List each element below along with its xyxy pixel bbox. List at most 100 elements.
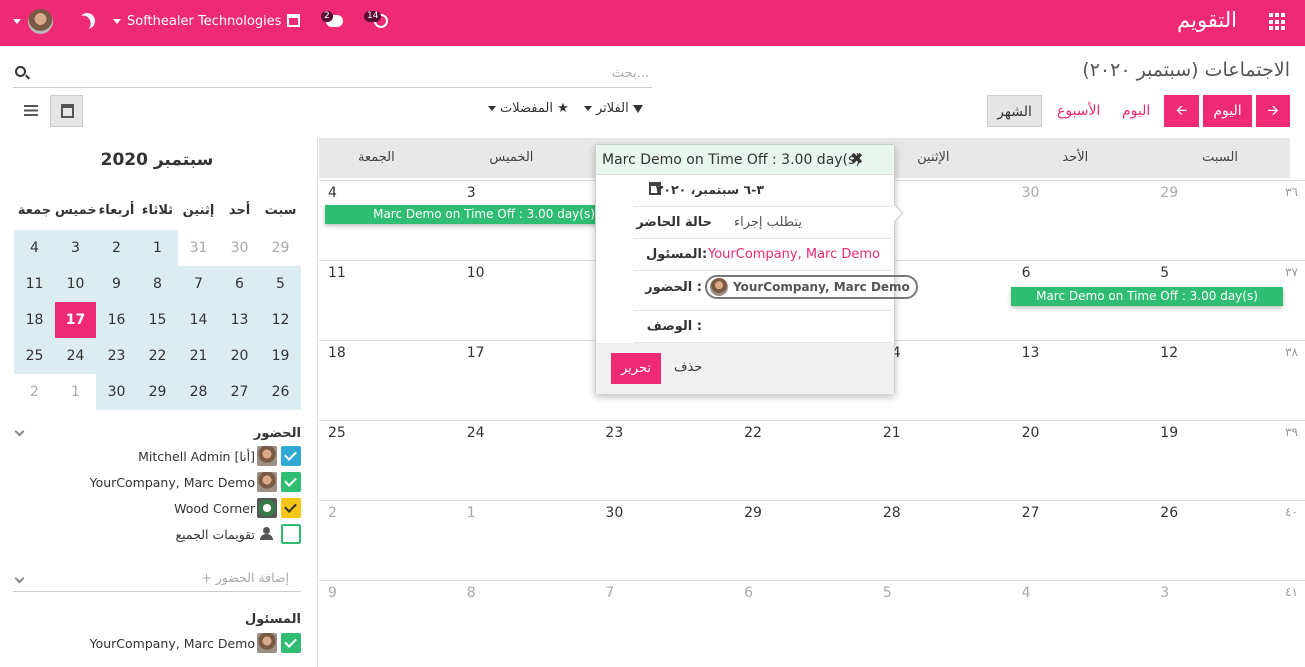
calendar-day-number[interactable]: 3 <box>467 185 476 201</box>
calendar-day-number[interactable]: 27 <box>1022 505 1040 521</box>
calendar-day-number[interactable]: 29 <box>744 505 762 521</box>
mini-calendar-day[interactable]: 30 <box>219 230 260 266</box>
filters-dropdown[interactable]: الفلاتر <box>584 101 643 116</box>
calendar-day-number[interactable]: 24 <box>467 425 485 441</box>
mini-calendar-day[interactable]: 22 <box>137 338 178 374</box>
filter-checkbox[interactable] <box>281 633 301 653</box>
mini-calendar-day[interactable]: 29 <box>137 374 178 410</box>
mini-calendar-day[interactable]: 3 <box>55 230 96 266</box>
gift-icon[interactable] <box>287 14 300 27</box>
app-title[interactable]: التقويم <box>1177 8 1237 32</box>
filter-item[interactable]: YourCompany, Marc Demo <box>13 633 301 655</box>
mini-calendar-day[interactable]: 17 <box>55 302 96 338</box>
favorites-dropdown[interactable]: المفضلات ★ <box>488 101 569 116</box>
mini-calendar-day[interactable]: 28 <box>178 374 219 410</box>
mini-calendar-day[interactable]: 13 <box>219 302 260 338</box>
calendar-day-number[interactable]: 2 <box>328 505 337 521</box>
filter-checkbox[interactable] <box>281 498 301 518</box>
calendar-day-number[interactable]: 19 <box>1160 425 1178 441</box>
mini-calendar-day[interactable]: 29 <box>260 230 301 266</box>
mini-calendar-day[interactable]: 2 <box>96 230 137 266</box>
search-input[interactable] <box>39 60 649 86</box>
calendar-day-number[interactable]: 6 <box>1022 265 1031 281</box>
popover-responsible-value[interactable]: YourCompany, Marc Demo <box>708 247 880 262</box>
add-attendee-field[interactable]: + إضافة الحضور <box>13 568 301 592</box>
calendar-day-number[interactable]: 13 <box>1022 345 1040 361</box>
mini-calendar-day[interactable]: 19 <box>260 338 301 374</box>
calendar-day-number[interactable]: 4 <box>1022 585 1031 601</box>
calendar-day-number[interactable]: 17 <box>467 345 485 361</box>
filter-item[interactable]: تقويمات الجميع <box>13 524 301 546</box>
calendar-day-number[interactable]: 18 <box>328 345 346 361</box>
mini-calendar-day[interactable]: 27 <box>219 374 260 410</box>
mini-calendar-day[interactable]: 31 <box>178 230 219 266</box>
today-button[interactable]: اليوم <box>1203 95 1252 127</box>
filter-checkbox[interactable] <box>281 524 301 544</box>
list-view-button[interactable] <box>13 95 49 127</box>
mini-calendar-day[interactable]: 25 <box>14 338 55 374</box>
mini-calendar-day[interactable]: 21 <box>178 338 219 374</box>
calendar-day-number[interactable]: 11 <box>328 265 346 281</box>
mini-calendar-day[interactable]: 7 <box>178 266 219 302</box>
calendar-day-number[interactable]: 5 <box>883 585 892 601</box>
filter-checkbox[interactable] <box>281 472 301 492</box>
mini-calendar-day[interactable]: 9 <box>96 266 137 302</box>
mini-calendar-day[interactable]: 26 <box>260 374 301 410</box>
calendar-day-number[interactable]: 26 <box>1160 505 1178 521</box>
filter-item[interactable]: Wood Corner <box>13 498 301 520</box>
close-icon[interactable]: ✖ <box>850 149 863 168</box>
calendar-day-number[interactable]: 12 <box>1160 345 1178 361</box>
calendar-day-number[interactable]: 25 <box>328 425 346 441</box>
mini-calendar-day[interactable]: 15 <box>137 302 178 338</box>
mini-calendar-day[interactable]: 10 <box>55 266 96 302</box>
calendar-day-number[interactable]: 9 <box>328 585 337 601</box>
attendees-collapse-icon[interactable] <box>14 426 25 437</box>
attendee-chip[interactable]: YourCompany, Marc Demo <box>705 275 918 299</box>
filter-checkbox[interactable] <box>281 446 301 466</box>
calendar-day-number[interactable]: 30 <box>1022 185 1040 201</box>
calendar-view-button[interactable] <box>50 95 83 127</box>
mini-calendar-day[interactable]: 14 <box>178 302 219 338</box>
mini-calendar-day[interactable]: 20 <box>219 338 260 374</box>
event-time-off[interactable]: Marc Demo on Time Off : 3.00 day(s) <box>1011 287 1283 306</box>
user-avatar[interactable] <box>28 9 53 34</box>
filter-item[interactable]: Mitchell Admin [أنا] <box>13 446 301 468</box>
mini-calendar-day[interactable]: 5 <box>260 266 301 302</box>
mini-calendar-day[interactable]: 16 <box>96 302 137 338</box>
calendar-day-number[interactable]: 21 <box>883 425 901 441</box>
calendar-day-number[interactable]: 23 <box>605 425 623 441</box>
mini-calendar-day[interactable]: 12 <box>260 302 301 338</box>
calendar-day-number[interactable]: 29 <box>1160 185 1178 201</box>
mini-calendar-day[interactable]: 24 <box>55 338 96 374</box>
mini-calendar-day[interactable]: 1 <box>55 374 96 410</box>
mini-calendar-day[interactable]: 6 <box>219 266 260 302</box>
mini-calendar-day[interactable]: 18 <box>14 302 55 338</box>
calendar-day-number[interactable]: 5 <box>1160 265 1169 281</box>
filter-item[interactable]: YourCompany, Marc Demo <box>13 472 301 494</box>
mini-calendar-day[interactable]: 1 <box>137 230 178 266</box>
mini-calendar-day[interactable]: 23 <box>96 338 137 374</box>
search-icon[interactable] <box>15 66 26 77</box>
apps-grid-icon[interactable] <box>1269 13 1287 31</box>
mini-calendar-day[interactable]: 8 <box>137 266 178 302</box>
calendar-day-number[interactable]: 28 <box>883 505 901 521</box>
calendar-day-number[interactable]: 20 <box>1022 425 1040 441</box>
company-switcher[interactable]: Softhealer Technologies <box>113 14 281 29</box>
mini-calendar-day[interactable]: 30 <box>96 374 137 410</box>
calendar-day-number[interactable]: 30 <box>605 505 623 521</box>
previous-button[interactable]: 🡨 <box>1164 95 1199 127</box>
calendar-day-number[interactable]: 8 <box>467 585 476 601</box>
calendar-day-number[interactable]: 3 <box>1160 585 1169 601</box>
moon-icon[interactable] <box>76 10 98 32</box>
delete-button[interactable]: حذف <box>674 360 702 375</box>
mini-calendar-day[interactable]: 4 <box>14 230 55 266</box>
user-menu-caret-icon[interactable] <box>13 19 21 24</box>
calendar-day-number[interactable]: 10 <box>467 265 485 281</box>
calendar-day-number[interactable]: 22 <box>744 425 762 441</box>
mini-calendar-day[interactable]: 11 <box>14 266 55 302</box>
calendar-day-number[interactable]: 1 <box>467 505 476 521</box>
edit-button[interactable]: تحرير <box>611 353 661 384</box>
scale-month-button[interactable]: الشهر <box>987 95 1042 127</box>
scale-week-button[interactable]: الأسبوع <box>1057 95 1100 127</box>
calendar-day-number[interactable]: 6 <box>744 585 753 601</box>
